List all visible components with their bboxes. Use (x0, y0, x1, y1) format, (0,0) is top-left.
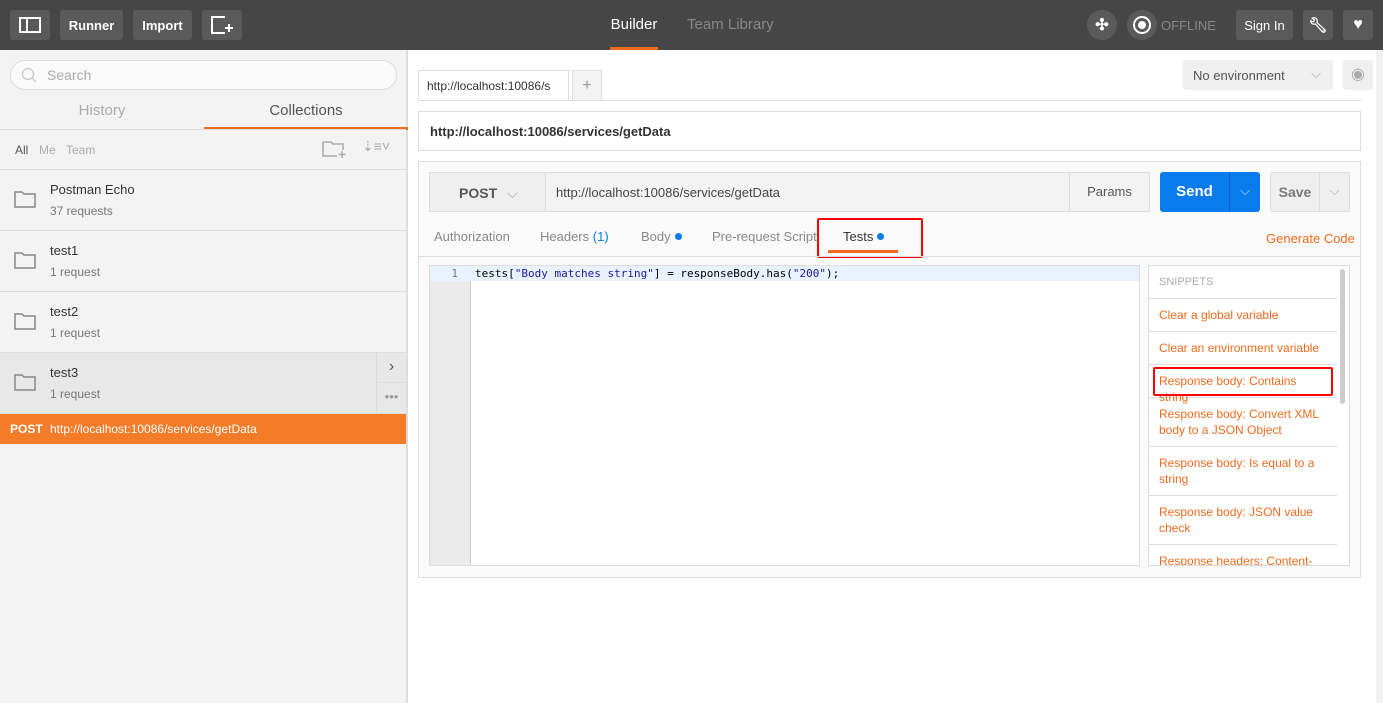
save-button[interactable]: Save (1270, 172, 1320, 212)
highlight-box (1153, 367, 1333, 396)
collection-item[interactable]: test1 1 request (0, 231, 406, 292)
collection-count: 1 request (50, 326, 101, 340)
eye-button[interactable]: ◉ (1343, 60, 1373, 90)
snippet-item[interactable]: Response body: JSON value check (1149, 496, 1337, 545)
collection-item[interactable]: test2 1 request (0, 292, 406, 353)
heart-button[interactable]: ♥ (1343, 10, 1373, 40)
collection-name: test2 (50, 304, 79, 319)
interceptor-button[interactable]: ✣ (1087, 10, 1117, 40)
sidebar: Search History Collections All Me Team ⇣… (0, 50, 408, 703)
tab-builder[interactable]: Builder (610, 0, 658, 50)
new-window-icon (211, 16, 233, 34)
add-tab-button[interactable]: + (572, 70, 602, 101)
active-request-item[interactable]: POST http://localhost:10086/services/get… (0, 414, 406, 444)
generate-code-link[interactable]: Generate Code (1266, 231, 1355, 246)
environment-value: No environment (1193, 68, 1285, 83)
chevron-down-icon: ⌵ (1240, 183, 1250, 198)
environment-select[interactable]: No environment ⌵ (1183, 60, 1333, 90)
line-number: 1 (451, 267, 458, 280)
tab-body[interactable]: Body (641, 229, 682, 244)
highlight-box (817, 218, 923, 258)
tab-team-library[interactable]: Team Library (687, 0, 774, 50)
satellite-icon: ✣ (1095, 17, 1109, 34)
chevron-right-icon[interactable]: › (376, 353, 406, 383)
collection-item[interactable]: Postman Echo 37 requests (0, 170, 406, 231)
eye-icon: ◉ (1351, 66, 1365, 83)
sync-icon (1133, 16, 1151, 34)
folder-icon (14, 313, 36, 330)
runner-button[interactable]: Runner (60, 10, 123, 40)
collection-count: 1 request (50, 387, 101, 401)
request-tab[interactable]: http://localhost:10086/s (418, 70, 569, 101)
status-dot (674, 233, 682, 240)
tab-label: Body (641, 229, 671, 244)
import-button[interactable]: Import (133, 10, 192, 40)
snippet-item[interactable]: Response headers: Content- (1149, 545, 1337, 565)
top-bar: Runner Import Builder Team Library ✣ OFF… (0, 0, 1383, 50)
sign-in-button[interactable]: Sign In (1236, 10, 1293, 40)
chevron-down-icon: ⌵ (1311, 66, 1321, 81)
send-dropdown-button[interactable]: ⌵ (1229, 172, 1260, 212)
filter-me[interactable]: Me (39, 143, 56, 157)
page-scrollbar[interactable] (1376, 50, 1383, 703)
url-input[interactable]: http://localhost:10086/services/getData (545, 172, 1070, 212)
filter-team[interactable]: Team (66, 143, 95, 157)
search-icon (21, 67, 37, 83)
params-button[interactable]: Params (1069, 172, 1150, 212)
tab-collections[interactable]: Collections (204, 94, 408, 130)
collection-name: test1 (50, 243, 79, 258)
offline-status: OFFLINE (1161, 18, 1216, 33)
toggle-sidebar-button[interactable] (10, 10, 50, 40)
tab-headers[interactable]: Headers (1) (540, 229, 609, 244)
request-url-title: http://localhost:10086/services/getData (418, 111, 1361, 151)
request-method: POST (10, 422, 43, 436)
send-button[interactable]: Send (1160, 172, 1229, 212)
method-select[interactable]: POST ⌵ (429, 172, 546, 212)
sync-status-button[interactable] (1127, 10, 1157, 40)
wrench-icon: 🔧︎ (1308, 17, 1328, 34)
save-dropdown-button[interactable]: ⌵ (1319, 172, 1350, 212)
collection-count: 37 requests (50, 204, 113, 218)
collection-item[interactable]: test3 1 request › ••• (0, 353, 406, 414)
chevron-down-icon: ⌵ (1329, 183, 1340, 198)
code-line: tests["Body matches string"] = responseB… (475, 267, 840, 280)
snippet-item[interactable]: Response body: Convert XML body to a JSO… (1149, 398, 1337, 447)
method-value: POST (459, 185, 498, 201)
tab-label: Headers (540, 229, 590, 244)
tab-authorization[interactable]: Authorization (434, 229, 510, 244)
snippet-item[interactable]: Response body: Is equal to a string (1149, 447, 1337, 496)
more-icon[interactable]: ••• (376, 383, 406, 414)
snippets-title: SNIPPETS (1149, 266, 1337, 299)
tab-history[interactable]: History (0, 94, 204, 130)
tab-pre-request-script[interactable]: Pre-request Script (712, 229, 817, 244)
collection-name: test3 (50, 365, 79, 380)
tests-editor[interactable]: 1 tests["Body matches string"] = respons… (429, 265, 1140, 566)
snippet-item[interactable]: Clear a global variable (1149, 299, 1337, 332)
folder-icon (14, 374, 36, 391)
chevron-down-icon: ⌵ (507, 185, 518, 201)
folder-icon (14, 252, 36, 269)
filter-all[interactable]: All (15, 143, 28, 157)
sort-icon[interactable]: ⇣≡˅ (362, 138, 390, 155)
settings-button[interactable]: 🔧︎ (1303, 10, 1333, 40)
request-url: http://localhost:10086/services/getData (50, 422, 257, 436)
snippet-item[interactable]: Clear an environment variable (1149, 332, 1337, 365)
folder-icon (14, 191, 36, 208)
collection-count: 1 request (50, 265, 101, 279)
snippets-scrollbar[interactable] (1340, 269, 1345, 404)
search-input[interactable]: Search (10, 60, 397, 90)
sidebar-icon (19, 17, 41, 33)
new-tab-button[interactable] (202, 10, 242, 40)
headers-count: (1) (592, 229, 609, 244)
heart-icon: ♥ (1353, 16, 1363, 33)
new-collection-icon[interactable] (322, 139, 348, 159)
collection-name: Postman Echo (50, 182, 135, 197)
